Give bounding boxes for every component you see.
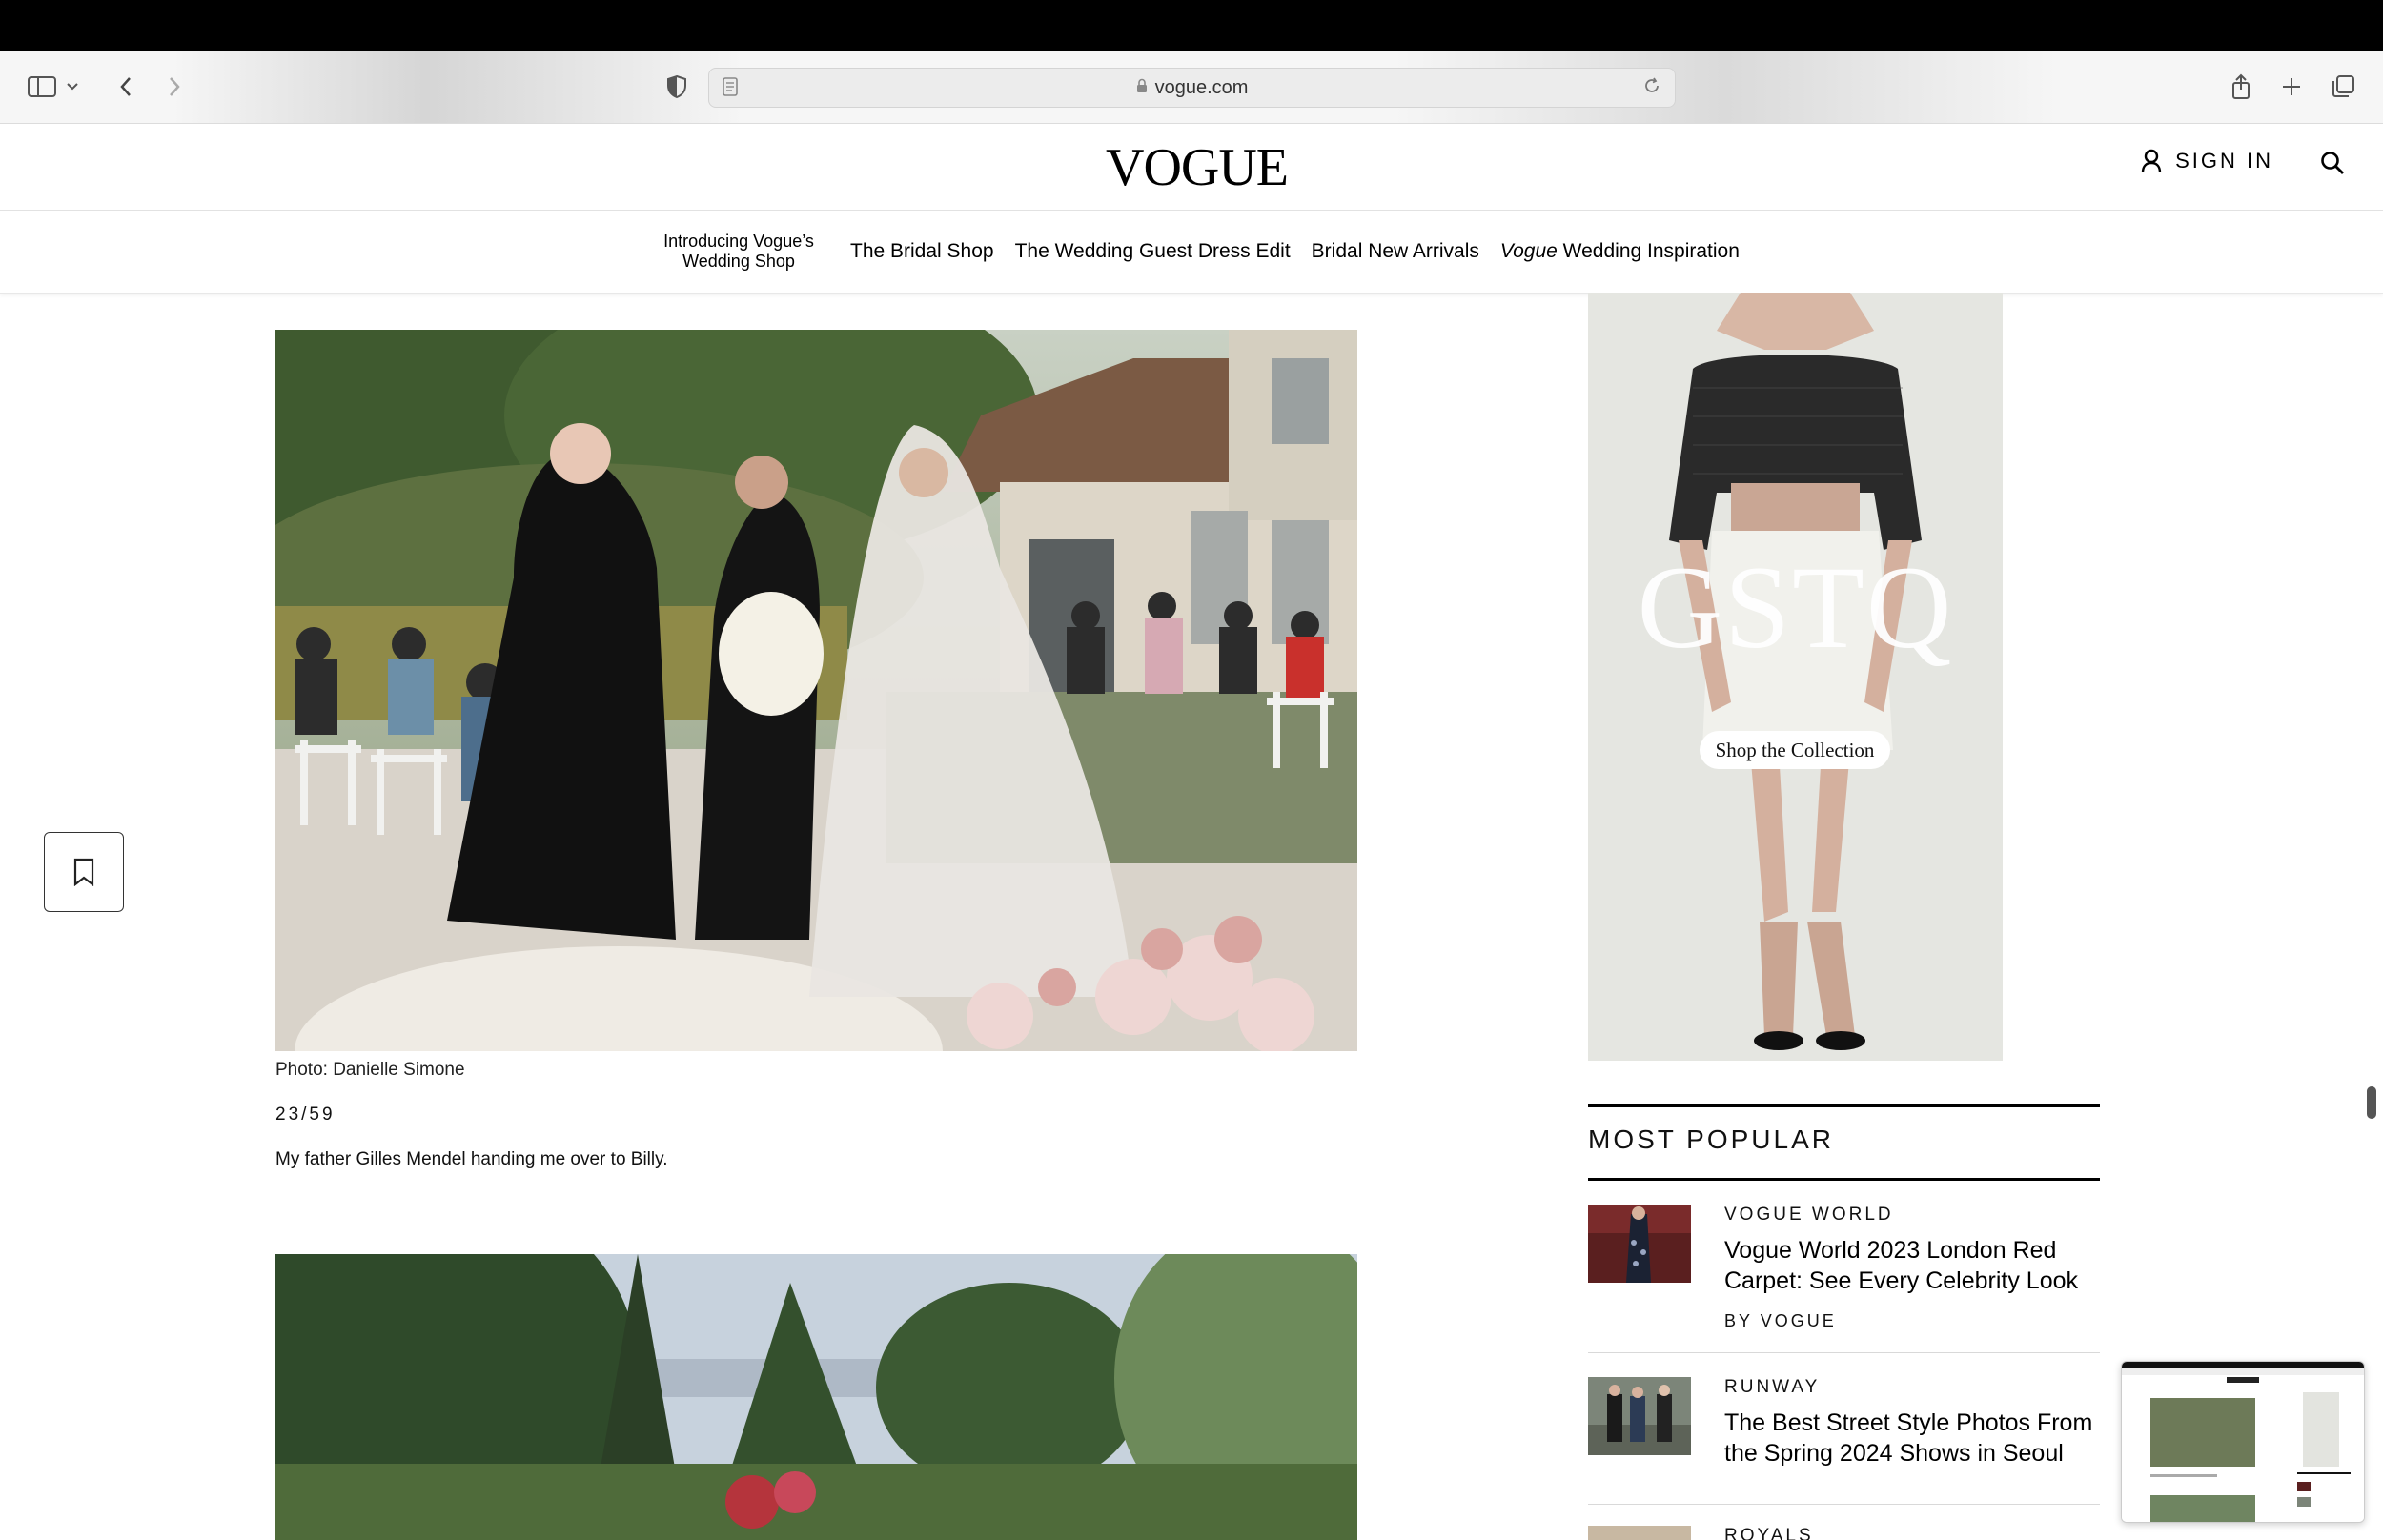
- site-header: VOGUE SIGN IN: [0, 124, 2383, 211]
- photo-credit: Photo: Danielle Simone: [275, 1060, 465, 1080]
- forward-icon[interactable]: [157, 70, 192, 104]
- new-tab-icon[interactable]: [2274, 70, 2309, 104]
- sign-in-button[interactable]: SIGN IN: [2141, 149, 2273, 173]
- bookmark-button[interactable]: [44, 832, 124, 912]
- share-icon[interactable]: [2224, 70, 2258, 104]
- wedding-nav: Introducing Vogue’s Wedding Shop The Bri…: [0, 211, 2383, 294]
- reload-icon[interactable]: [1642, 76, 1661, 101]
- sidebar-toggle-icon[interactable]: [25, 70, 59, 104]
- lock-icon: [1136, 77, 1148, 99]
- sign-in-label: SIGN IN: [2175, 149, 2273, 172]
- most-popular-title: MOST POPULAR: [1588, 1125, 1834, 1154]
- list-item[interactable]: RUNWAY The Best Street Style Photos From…: [1588, 1377, 2100, 1530]
- nav-item-wedding-shop[interactable]: Introducing Vogue’s Wedding Shop: [648, 232, 829, 272]
- story-kicker[interactable]: VOGUE WORLD: [1724, 1205, 1894, 1226]
- url-text: vogue.com: [1154, 76, 1249, 98]
- advertisement[interactable]: GSTQ Shop the Collection: [1588, 293, 2003, 1061]
- wedding-ceremony-photo[interactable]: [275, 330, 1357, 1051]
- nav-item-wedding-inspiration[interactable]: Vogue Wedding Inspiration: [1500, 240, 1740, 263]
- nav-item-bridal-new-arrivals[interactable]: Bridal New Arrivals: [1312, 240, 1479, 263]
- wedding-venue-photo[interactable]: [275, 1254, 1357, 1540]
- photo-description: My father Gilles Mendel handing me over …: [275, 1149, 668, 1169]
- menu-bar: [0, 0, 2383, 51]
- story-thumbnail[interactable]: [1588, 1526, 1691, 1540]
- story-headline[interactable]: Vogue World 2023 London Red Carpet: See …: [1724, 1235, 2096, 1296]
- ad-brand: GSTQ: [1637, 542, 1954, 673]
- nav-item-bridal-shop[interactable]: The Bridal Shop: [850, 240, 994, 263]
- story-thumbnail[interactable]: [1588, 1205, 1691, 1283]
- scrollbar-thumb[interactable]: [2367, 1086, 2376, 1119]
- list-item[interactable]: VOGUE WORLD Vogue World 2023 London Red …: [1588, 1205, 2100, 1357]
- toolbar-gradient: [172, 51, 743, 123]
- address-bar[interactable]: vogue.com: [708, 68, 1676, 108]
- divider: [1588, 1178, 2100, 1181]
- user-icon: [2141, 149, 2162, 173]
- back-icon[interactable]: [109, 70, 143, 104]
- list-item[interactable]: ROYALS: [1588, 1526, 2100, 1540]
- nav-item-guest-dress-edit[interactable]: The Wedding Guest Dress Edit: [1015, 240, 1291, 263]
- divider: [1588, 1104, 2100, 1107]
- search-icon[interactable]: [2320, 151, 2345, 180]
- story-thumbnail[interactable]: [1588, 1377, 1691, 1455]
- story-headline[interactable]: The Best Street Style Photos From the Sp…: [1724, 1408, 2096, 1469]
- bookmark-icon: [73, 858, 94, 886]
- browser-toolbar: vogue.com: [0, 51, 2383, 124]
- reader-icon[interactable]: [723, 77, 738, 102]
- vogue-logo[interactable]: VOGUE: [1106, 137, 1289, 198]
- privacy-shield-icon[interactable]: [660, 70, 694, 104]
- ad-cta-button[interactable]: Shop the Collection: [1700, 731, 1890, 769]
- story-byline: BY VOGUE: [1724, 1311, 1837, 1330]
- chevron-down-icon[interactable]: [63, 70, 82, 104]
- slide-counter: 23/59: [275, 1104, 336, 1125]
- divider: [1588, 1504, 2100, 1505]
- tab-overview-icon[interactable]: [2326, 70, 2360, 104]
- page-preview-thumbnail[interactable]: [2121, 1361, 2365, 1523]
- story-kicker[interactable]: ROYALS: [1724, 1526, 1814, 1540]
- story-kicker[interactable]: RUNWAY: [1724, 1377, 1820, 1398]
- divider: [1588, 1352, 2100, 1353]
